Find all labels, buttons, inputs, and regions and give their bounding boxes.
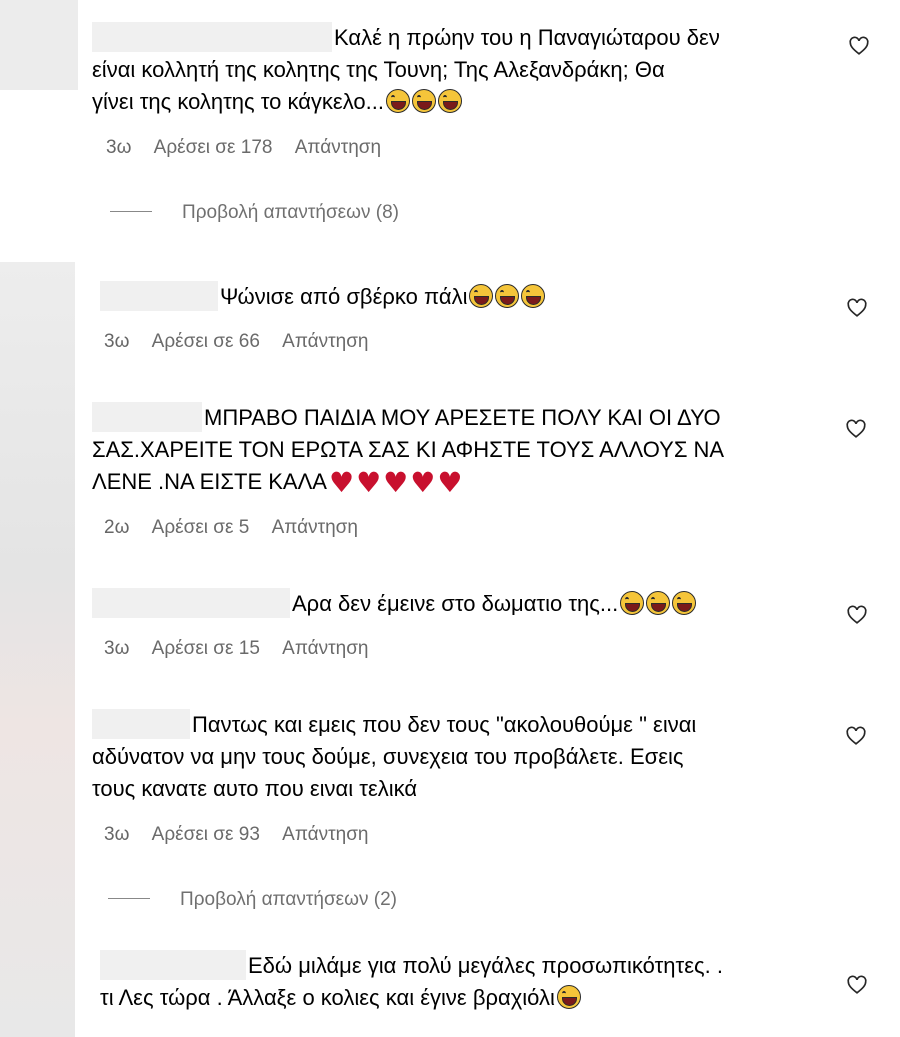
likes-count-link[interactable]: Αρέσει σε 66 <box>152 331 260 352</box>
view-replies-label: Προβολή απαντήσεων (8) <box>182 202 399 223</box>
red-heart-emoji: ♥ <box>328 466 355 499</box>
comment-text: Καλέ η πρώην του η Παναγιώταρου δεν <box>334 25 720 50</box>
avatar-placeholder <box>0 262 75 1037</box>
grinning-sweat-emoji <box>411 89 436 113</box>
comment-text: ΜΠΡΑΒΟ ΠΑΙΔΙΑ ΜΟΥ ΑΡΕΣΕΤΕ ΠΟΛΥ ΚΑΙ ΟΙ ΔΥ… <box>204 405 721 430</box>
comment-item: ΜΠΡΑΒΟ ΠΑΙΔΙΑ ΜΟΥ ΑΡΕΣΕΤΕ ΠΟΛΥ ΚΑΙ ΟΙ ΔΥ… <box>92 402 832 498</box>
red-heart-emoji: ♥ <box>437 466 463 499</box>
grinning-sweat-emoji <box>437 89 462 113</box>
likes-count-link[interactable]: Αρέσει σε 93 <box>152 824 260 845</box>
comment-text: αδύνατον να μην τους δούμε, συνεχεια του… <box>92 744 684 769</box>
likes-count-link[interactable]: Αρέσει σε 15 <box>152 638 260 659</box>
grinning-sweat-emoji <box>556 985 581 1009</box>
likes-count-link[interactable]: Αρέσει σε 5 <box>152 517 250 538</box>
comment-age: 3ω <box>104 638 130 659</box>
like-heart-icon[interactable] <box>846 974 868 996</box>
comment-text: Ψώνισε από σβέρκο πάλι <box>220 284 468 309</box>
comment-age: 3ω <box>106 137 132 158</box>
red-heart-emoji: ♥ <box>410 466 436 499</box>
divider-line <box>108 898 150 899</box>
comment-text: γίνει της κολητης το κάγκελο... <box>92 89 384 114</box>
reply-button[interactable]: Απάντηση <box>295 137 381 158</box>
grinning-sweat-emoji <box>646 591 671 615</box>
username-redacted[interactable] <box>100 281 218 311</box>
grinning-sweat-emoji <box>385 89 410 113</box>
username-redacted[interactable] <box>100 950 246 980</box>
like-heart-icon[interactable] <box>845 725 867 747</box>
divider-line <box>110 211 152 212</box>
comment-meta: 3ω Αρέσει σε 93 Απάντηση <box>104 824 387 846</box>
like-heart-icon[interactable] <box>845 418 867 440</box>
comment-text: τους κανατε αυτο που ειναι τελικά <box>92 776 418 801</box>
grinning-sweat-emoji <box>469 284 494 308</box>
comment-item: Παντως και εμεις που δεν τους "ακολουθού… <box>92 709 832 805</box>
username-redacted[interactable] <box>92 709 190 739</box>
comment-item: Ψώνισε από σβέρκο πάλι <box>100 281 840 313</box>
comment-text: τι Λες τώρα . Άλλαξε ο κολιες και έγινε … <box>100 985 555 1010</box>
comment-item: Εδώ μιλάμε για πολύ μεγάλες προσωπικότητ… <box>100 950 840 1014</box>
grinning-sweat-emoji <box>672 591 697 615</box>
grinning-sweat-emoji <box>521 284 546 308</box>
red-heart-emoji: ♥ <box>356 466 382 499</box>
username-redacted[interactable] <box>92 402 202 432</box>
comment-age: 3ω <box>104 824 130 845</box>
comment-text: ΣΑΣ.ΧΑΡΕΙΤΕ ΤΟΝ ΕΡΩΤΑ ΣΑΣ ΚΙ ΑΦΗΣΤΕ ΤΟΥΣ… <box>92 437 725 462</box>
like-heart-icon[interactable] <box>846 604 868 626</box>
comment-age: 3ω <box>104 331 130 352</box>
reply-button[interactable]: Απάντηση <box>272 517 358 538</box>
comment-text: είναι κολλητή της κολητης της Τουνη; Της… <box>92 57 665 82</box>
reply-button[interactable]: Απάντηση <box>282 824 368 845</box>
likes-count-link[interactable]: Αρέσει σε 178 <box>154 137 273 158</box>
avatar-placeholder <box>0 0 78 90</box>
view-replies-button[interactable]: Προβολή απαντήσεων (2) <box>108 889 397 911</box>
comment-meta: 3ω Αρέσει σε 15 Απάντηση <box>104 638 387 660</box>
view-replies-label: Προβολή απαντήσεων (2) <box>180 889 397 910</box>
comment-item: Αρα δεν έμεινε στο δωματιο της... <box>92 588 832 620</box>
reply-button[interactable]: Απάντηση <box>282 638 368 659</box>
red-heart-emoji: ♥ <box>383 466 409 499</box>
comment-meta: 2ω Αρέσει σε 5 Απάντηση <box>104 517 376 539</box>
comment-item: Καλέ η πρώην του η Παναγιώταρου δεν είνα… <box>92 22 832 118</box>
like-heart-icon[interactable] <box>846 297 868 319</box>
username-redacted[interactable] <box>92 22 332 52</box>
comment-text: Παντως και εμεις που δεν τους "ακολουθού… <box>192 712 697 737</box>
view-replies-button[interactable]: Προβολή απαντήσεων (8) <box>110 202 399 224</box>
like-heart-icon[interactable] <box>848 35 870 57</box>
comment-text: Αρα δεν έμεινε στο δωματιο της... <box>292 591 619 616</box>
comment-meta: 3ω Αρέσει σε 66 Απάντηση <box>104 331 387 353</box>
comment-text: Εδώ μιλάμε για πολύ μεγάλες προσωπικότητ… <box>248 953 723 978</box>
comment-age: 2ω <box>104 517 130 538</box>
username-redacted[interactable] <box>92 588 290 618</box>
grinning-sweat-emoji <box>620 591 645 615</box>
grinning-sweat-emoji <box>495 284 520 308</box>
comment-text: ΛΕΝΕ .ΝΑ ΕΙΣΤΕ ΚΑΛΑ <box>92 469 327 494</box>
reply-button[interactable]: Απάντηση <box>282 331 368 352</box>
comment-meta: 3ω Αρέσει σε 178 Απάντηση <box>106 137 399 159</box>
